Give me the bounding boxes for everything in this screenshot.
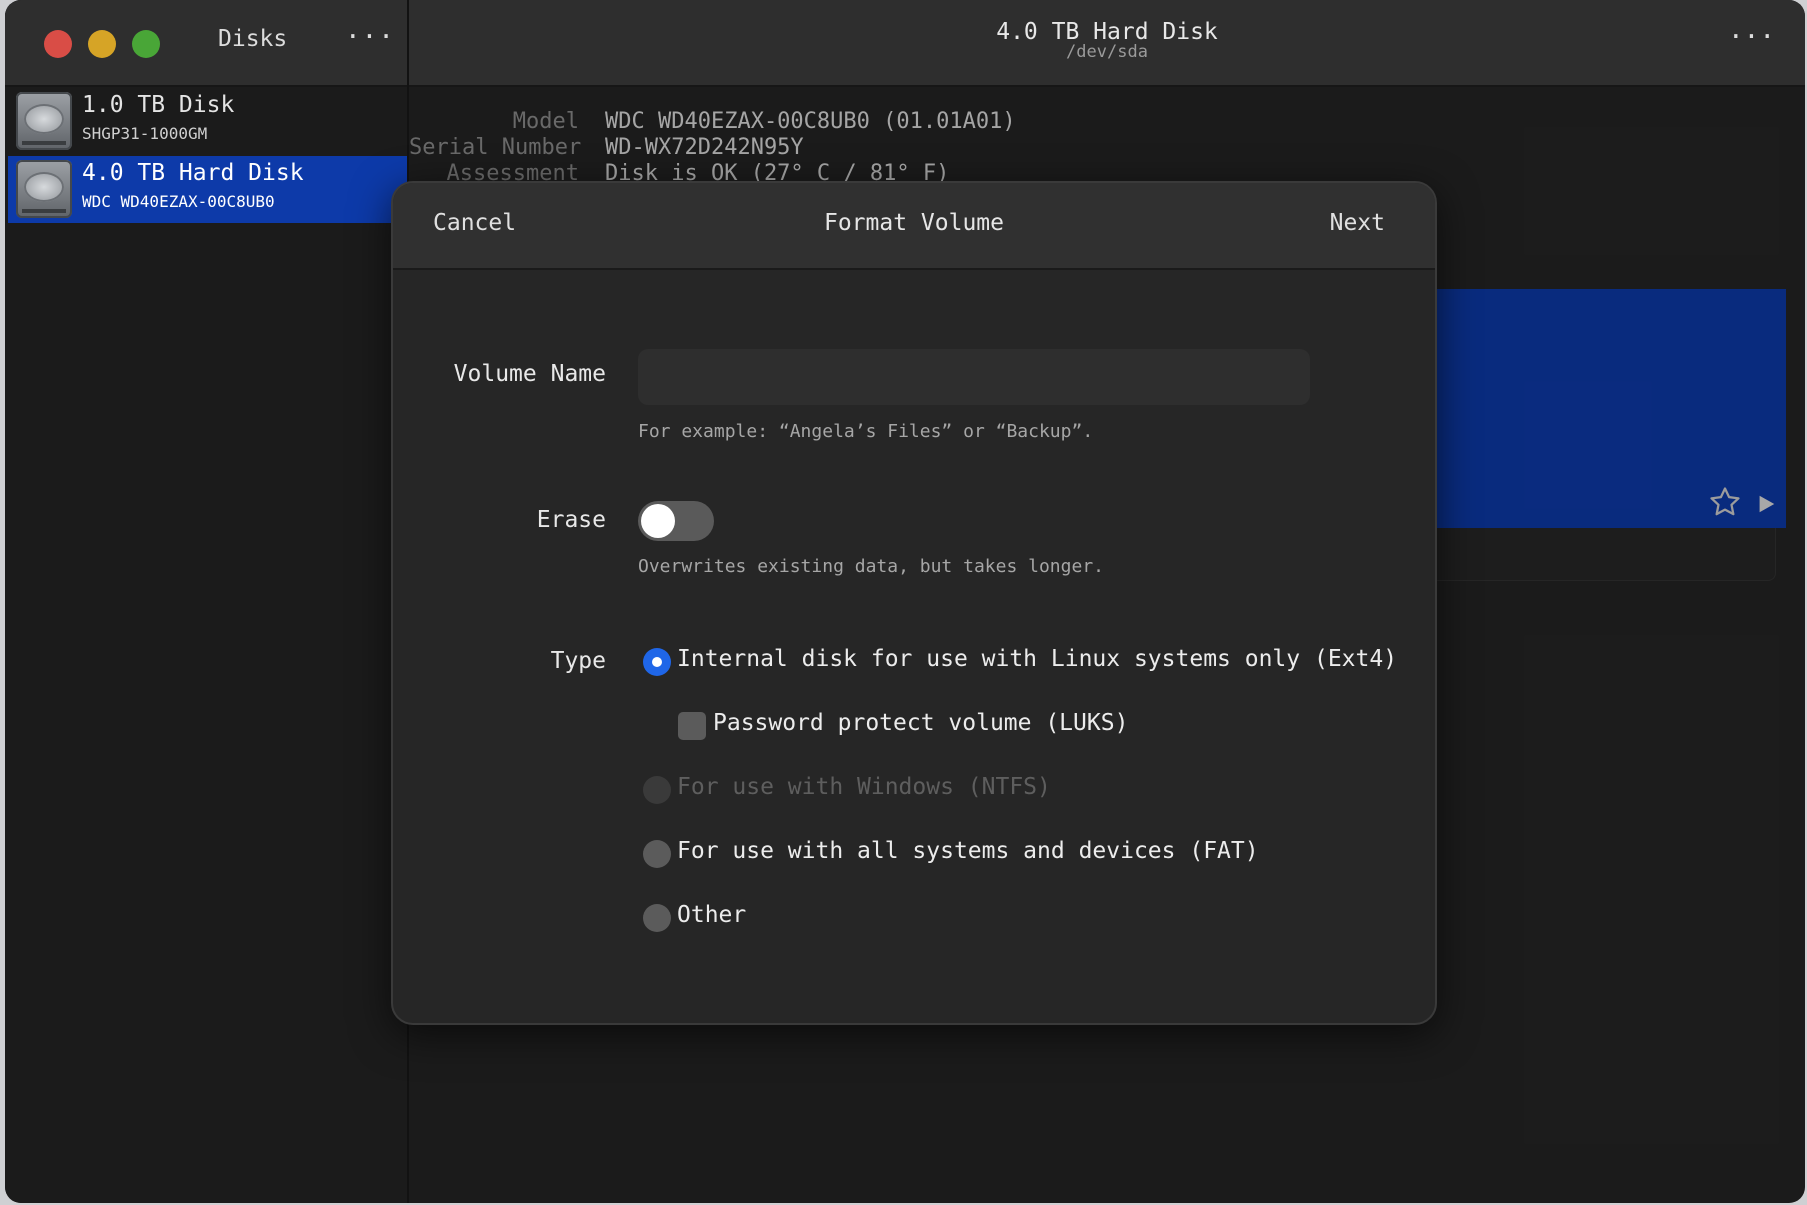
disk-name: 4.0 TB Hard Disk <box>82 160 304 186</box>
type-label: Type <box>550 648 606 674</box>
fat-radio[interactable] <box>643 840 671 868</box>
erase-hint: Overwrites existing data, but takes long… <box>638 556 1104 577</box>
volume-name-label: Volume Name <box>453 361 606 387</box>
erase-toggle[interactable] <box>638 501 714 541</box>
ext4-option-label[interactable]: Internal disk for use with Linux systems… <box>677 646 1397 672</box>
sidebar-header: Disks ··· <box>5 0 407 87</box>
disk-name: 1.0 TB Disk <box>82 92 235 118</box>
erase-label: Erase <box>536 507 606 533</box>
minimize-icon[interactable] <box>88 30 116 58</box>
other-radio[interactable] <box>643 904 671 932</box>
ext4-radio[interactable] <box>643 648 671 676</box>
ntfs-option-label: For use with Windows (NTFS) <box>677 774 1051 800</box>
sidebar: Disks ··· 1.0 TB Disk SHGP31-1000GM 4.0 … <box>5 0 409 1203</box>
sidebar-title: Disks <box>218 26 288 52</box>
dialog-header: Cancel Format Volume Next <box>393 183 1435 270</box>
dialog-title: Format Volume <box>823 210 1004 236</box>
maximize-icon[interactable] <box>132 30 160 58</box>
hard-disk-icon <box>16 160 72 218</box>
close-icon[interactable] <box>44 30 72 58</box>
volume-name-hint: For example: “Angela’s Files” or “Backup… <box>638 421 1094 442</box>
next-button[interactable]: Next <box>1330 210 1385 236</box>
main-header: 4.0 TB Hard Disk /dev/sda ··· <box>409 0 1805 87</box>
more-icon[interactable]: ··· <box>1728 22 1775 52</box>
sidebar-item-disk-2[interactable]: 4.0 TB Hard Disk WDC WD40EZAX-00C8UB0 <box>8 156 407 223</box>
volume-name-input[interactable] <box>638 349 1310 405</box>
disk-model: WDC WD40EZAX-00C8UB0 <box>82 192 275 211</box>
toggle-knob <box>641 504 675 538</box>
hard-disk-icon <box>16 92 72 150</box>
luks-checkbox[interactable] <box>678 712 706 740</box>
disk-model: SHGP31-1000GM <box>82 124 208 143</box>
luks-option-label[interactable]: Password protect volume (LUKS) <box>713 710 1128 736</box>
device-path: /dev/sda <box>1066 42 1148 62</box>
other-option-label[interactable]: Other <box>677 902 746 928</box>
format-volume-dialog: Cancel Format Volume Next Volume Name Fo… <box>391 181 1437 1025</box>
disks-window: Disks ··· 1.0 TB Disk SHGP31-1000GM 4.0 … <box>5 0 1805 1203</box>
sidebar-item-disk-1[interactable]: 1.0 TB Disk SHGP31-1000GM <box>8 88 407 155</box>
fat-option-label[interactable]: For use with all systems and devices (FA… <box>677 838 1259 864</box>
ntfs-radio <box>643 776 671 804</box>
more-icon[interactable]: ··· <box>345 22 395 52</box>
